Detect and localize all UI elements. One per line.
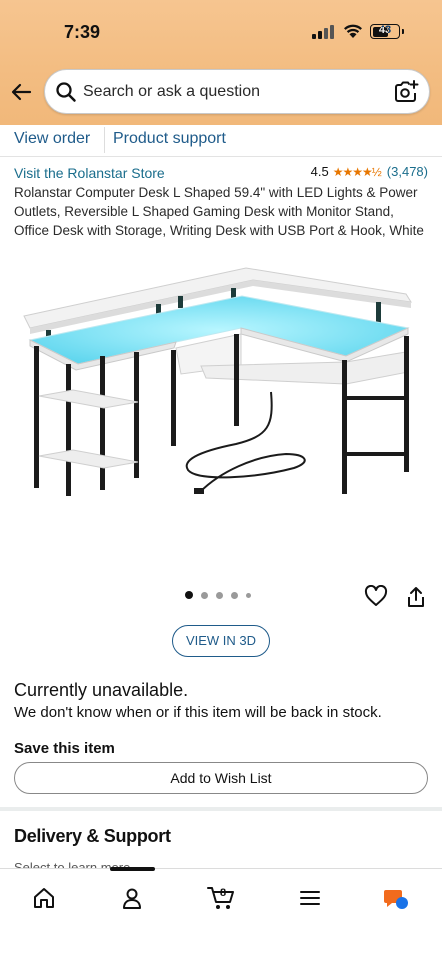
- search-bar[interactable]: Search or ask a question: [44, 69, 430, 114]
- carousel-dot[interactable]: [216, 591, 223, 599]
- product-support-link[interactable]: Product support: [113, 130, 226, 148]
- subnav-divider: [104, 127, 105, 153]
- cart-icon[interactable]: 8: [206, 883, 236, 911]
- rating-summary[interactable]: 4.5 ★★★★½ (3,478): [311, 164, 428, 179]
- view-order-link[interactable]: View order: [14, 130, 90, 148]
- product-image[interactable]: [16, 256, 426, 552]
- status-bar: 7:39 43: [0, 0, 442, 62]
- heart-icon[interactable]: [364, 585, 388, 607]
- active-tab-indicator: [110, 867, 155, 871]
- carousel-dot[interactable]: [185, 591, 193, 599]
- availability-detail: We don't know when or if this item will …: [14, 704, 382, 721]
- back-arrow-icon[interactable]: [10, 80, 34, 104]
- bottom-navigation: 8: [0, 867, 442, 960]
- menu-icon[interactable]: [298, 886, 322, 910]
- status-time: 7:39: [64, 22, 101, 42]
- sub-navigation: View order Product support: [0, 125, 442, 157]
- account-icon[interactable]: [120, 886, 144, 910]
- search-input[interactable]: Search or ask a question: [83, 83, 260, 101]
- battery-level: 43: [378, 24, 392, 36]
- cellular-signal-icon: [312, 25, 334, 39]
- product-title: Rolanstar Computer Desk L Shaped 59.4" w…: [14, 185, 424, 238]
- search-icon: [56, 82, 76, 102]
- carousel-dot[interactable]: [231, 591, 238, 599]
- image-carousel-dots[interactable]: [185, 591, 251, 599]
- carousel-dot[interactable]: [246, 592, 251, 598]
- store-link[interactable]: Visit the Rolanstar Store: [14, 165, 165, 181]
- share-icon[interactable]: [405, 585, 427, 609]
- add-to-wish-list-button[interactable]: Add to Wish List: [14, 762, 428, 794]
- rufus-icon[interactable]: [382, 886, 410, 912]
- section-divider: [0, 807, 442, 811]
- home-icon[interactable]: [32, 886, 56, 910]
- view-in-3d-button[interactable]: VIEW IN 3D: [172, 625, 270, 657]
- rating-stars-icon: ★★★★½: [332, 164, 382, 179]
- app-header: 7:39 43 Search or ask a question: [0, 0, 442, 125]
- rating-count[interactable]: (3,478): [387, 164, 428, 179]
- availability-status: Currently unavailable.: [14, 680, 189, 700]
- rating-value: 4.5: [310, 164, 329, 179]
- wifi-icon: [344, 24, 362, 38]
- save-item-heading: Save this item: [14, 740, 115, 757]
- delivery-support-heading[interactable]: Delivery & Support: [14, 826, 171, 847]
- carousel-dot[interactable]: [201, 591, 208, 599]
- cart-count: 8: [220, 887, 226, 899]
- battery-icon: 43: [370, 24, 404, 39]
- camera-search-icon[interactable]: [393, 79, 419, 105]
